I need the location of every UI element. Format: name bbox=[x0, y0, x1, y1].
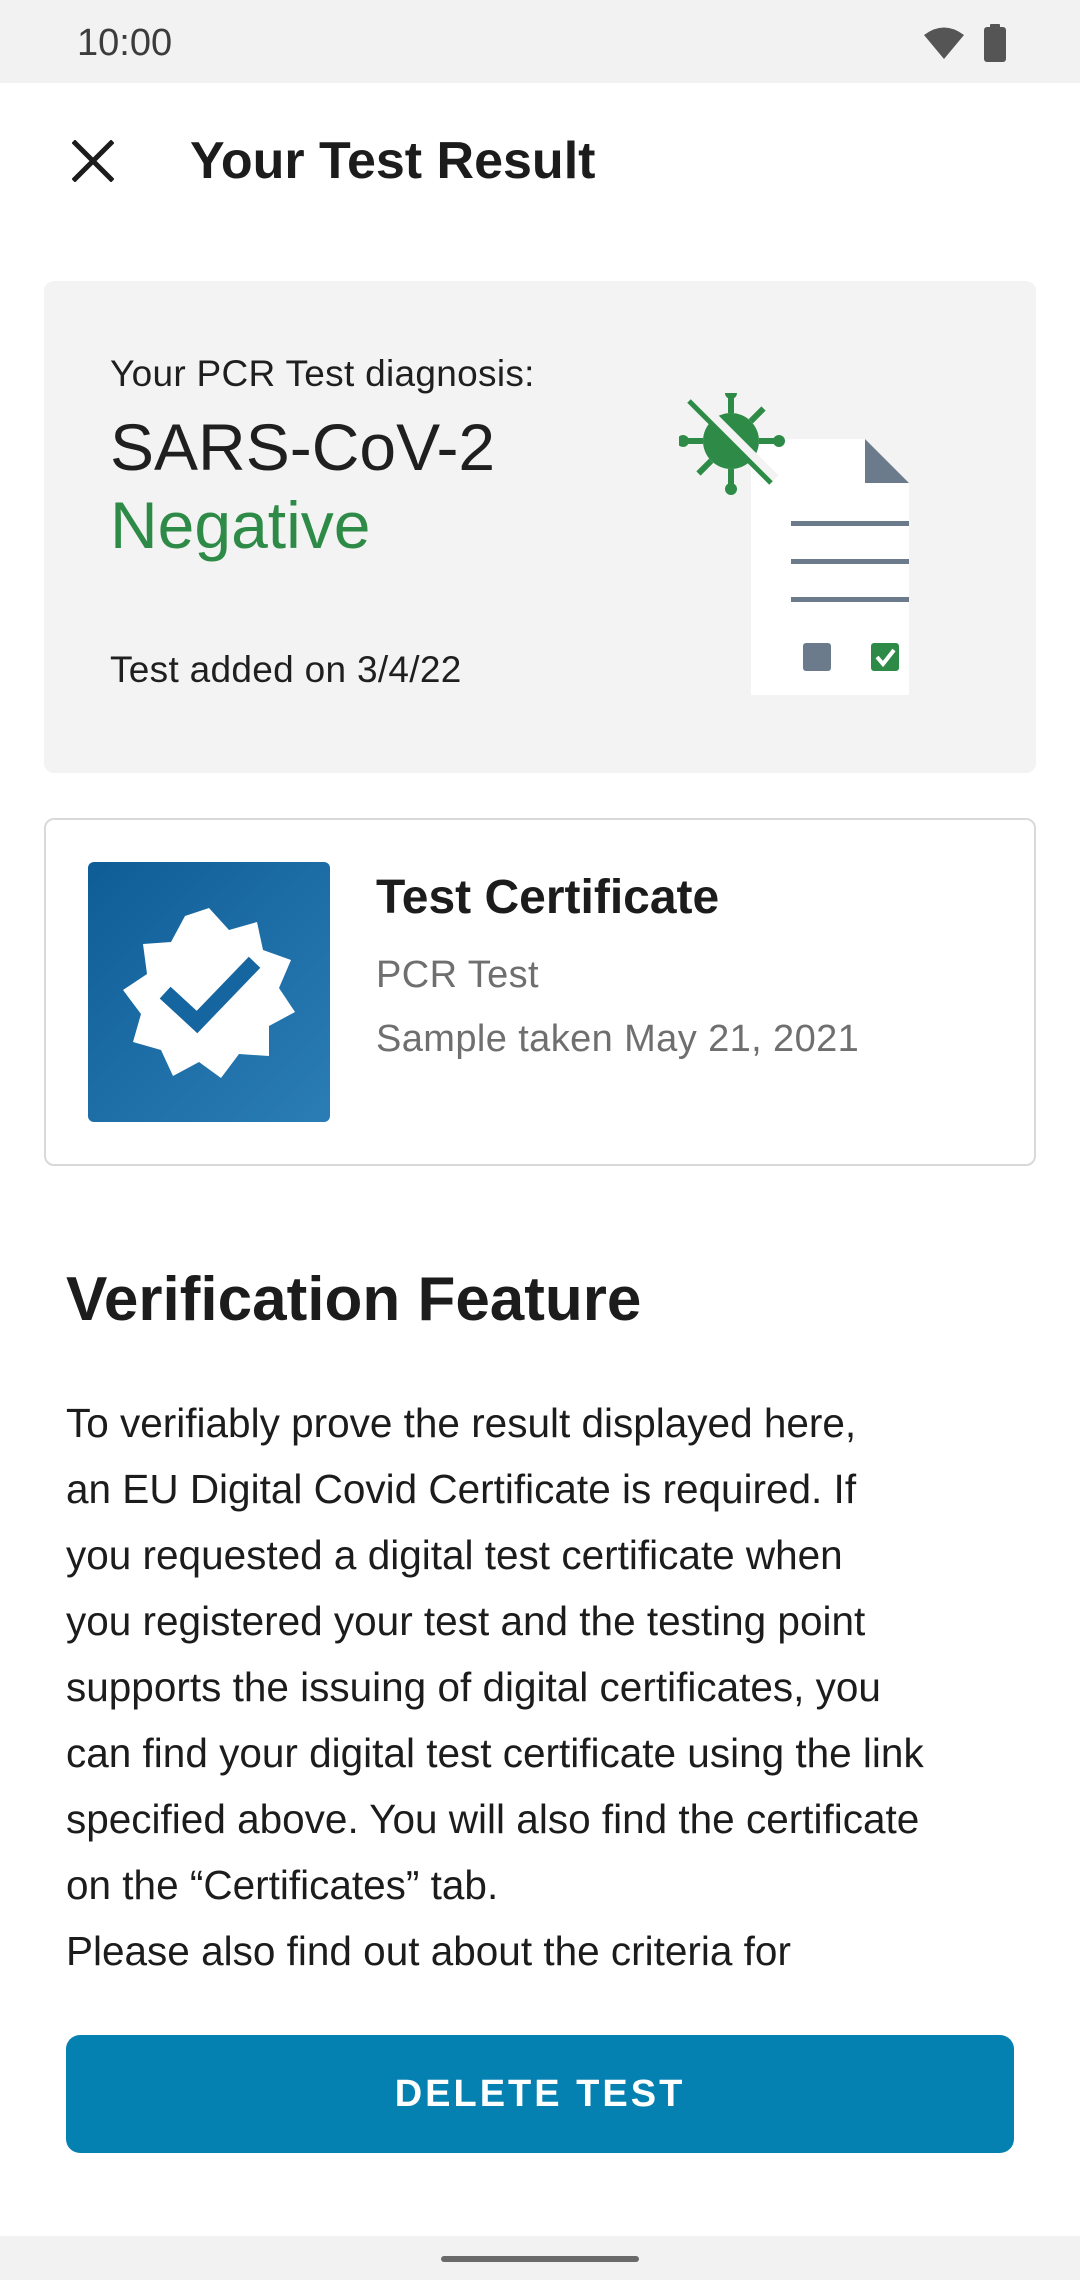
diagnosis-result: Negative bbox=[110, 488, 371, 562]
home-gesture-handle[interactable] bbox=[441, 2256, 639, 2262]
verification-text-line: specified above. You will also find the … bbox=[66, 1796, 920, 1842]
status-time: 10:00 bbox=[77, 22, 173, 64]
verification-text: To verifiably prove the result displayed… bbox=[66, 1390, 1026, 1970]
certificate-sample-date: Sample taken May 21, 2021 bbox=[376, 1018, 860, 1060]
gesture-nav-bar bbox=[0, 2236, 1080, 2280]
diagnosis-name: SARS-CoV-2 bbox=[110, 410, 496, 484]
certificate-title: Test Certificate bbox=[376, 871, 720, 924]
battery-icon bbox=[984, 24, 1006, 67]
status-icons bbox=[924, 24, 1006, 67]
app-bar: Your Test Result bbox=[0, 83, 1080, 243]
verification-text-line: on the “Certificates” tab. bbox=[66, 1862, 499, 1908]
page-title: Your Test Result bbox=[190, 132, 596, 190]
verification-title: Verification Feature bbox=[66, 1265, 642, 1334]
verification-text-line: you registered your test and the testing… bbox=[66, 1598, 866, 1644]
negative-test-document-icon bbox=[679, 393, 909, 695]
certificate-test-type: PCR Test bbox=[376, 954, 539, 996]
verification-text-line: Please also find out about the criteria … bbox=[66, 1928, 791, 1970]
verification-text-line: supports the issuing of digital certific… bbox=[66, 1664, 881, 1710]
verification-text-line: an EU Digital Covid Certificate is requi… bbox=[66, 1466, 857, 1512]
test-added-date: Test added on 3/4/22 bbox=[110, 649, 462, 690]
certificate-badge-icon bbox=[123, 908, 295, 1078]
test-certificate-card[interactable]: Test Certificate PCR Test Sample taken M… bbox=[44, 818, 1036, 1166]
test-result-card: Your PCR Test diagnosis: SARS-CoV-2 Nega… bbox=[44, 281, 1036, 773]
close-button[interactable] bbox=[60, 128, 126, 194]
verification-text-line: To verifiably prove the result displayed… bbox=[66, 1400, 857, 1446]
verification-text-line: you requested a digital test certificate… bbox=[66, 1532, 843, 1578]
certificate-badge bbox=[88, 862, 330, 1122]
close-icon bbox=[72, 140, 114, 182]
delete-test-button[interactable]: DELETE TEST bbox=[66, 2035, 1014, 2153]
status-bar: 10:00 bbox=[0, 0, 1080, 83]
diagnosis-label: Your PCR Test diagnosis: bbox=[110, 353, 535, 394]
wifi-icon bbox=[924, 26, 964, 65]
verification-text-line: can find your digital test certificate u… bbox=[66, 1730, 924, 1776]
